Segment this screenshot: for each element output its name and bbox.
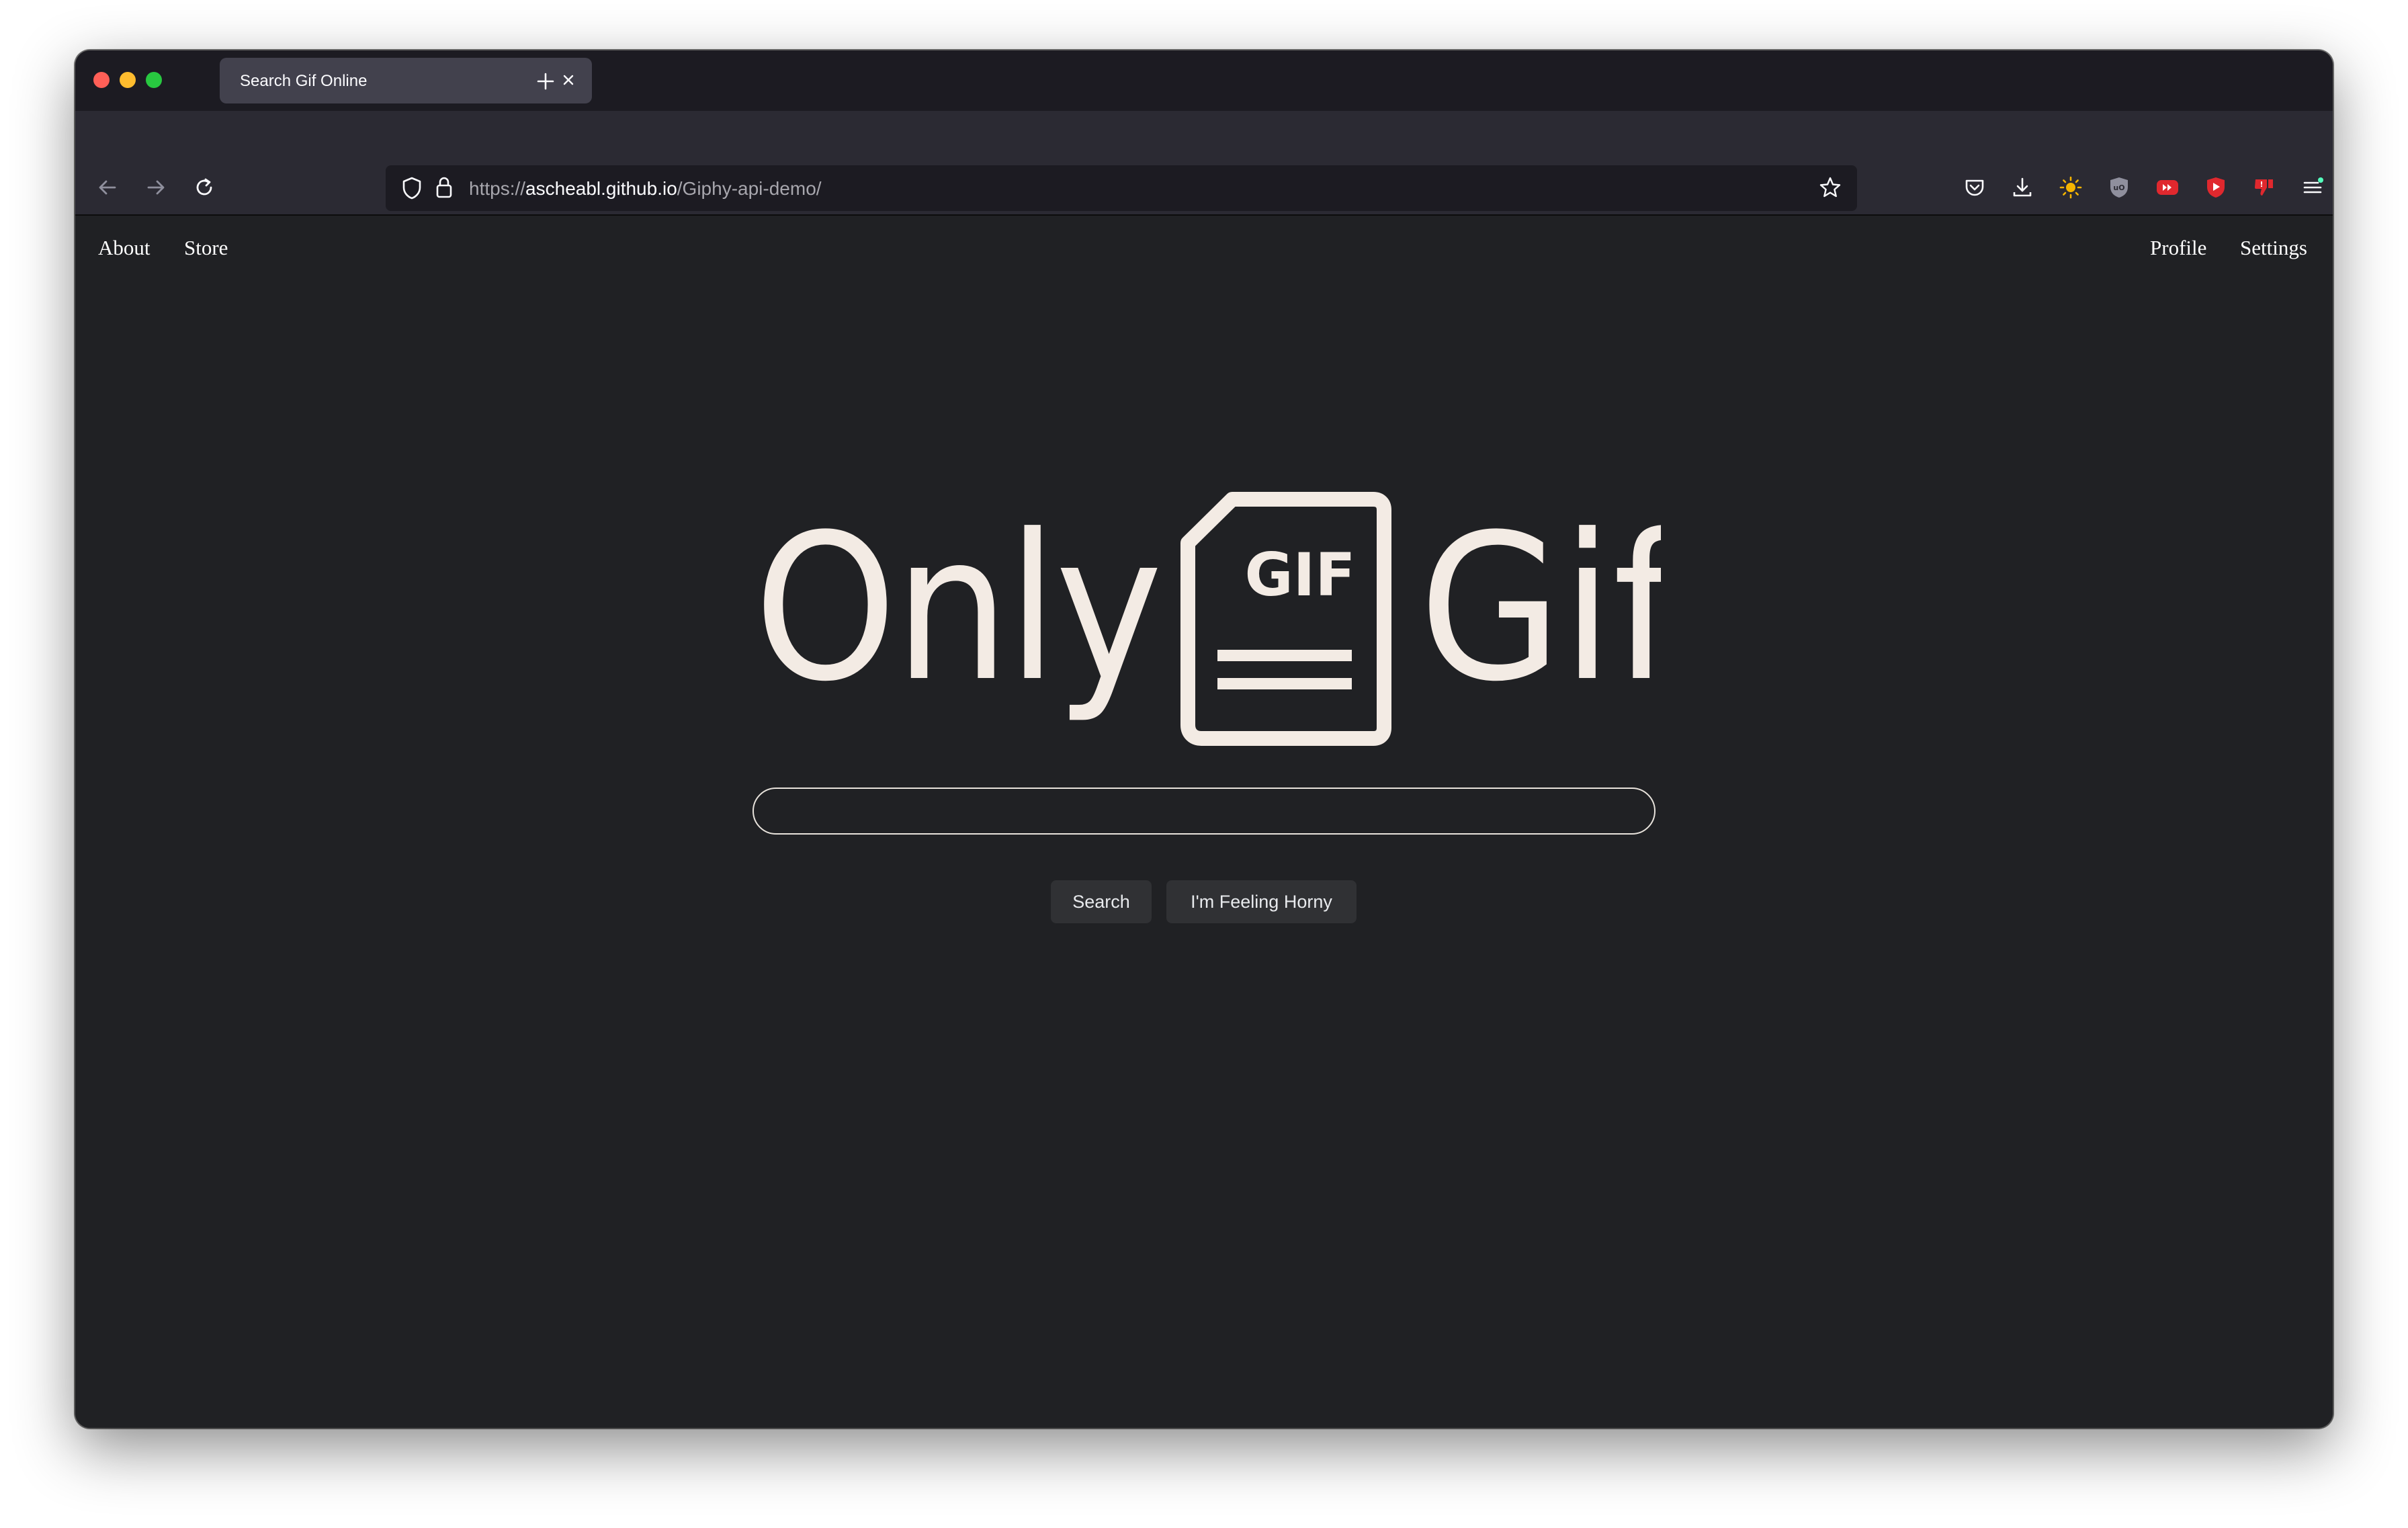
browser-window: Search Gif Online https://ascheabl.githu… — [75, 50, 2333, 1428]
pocket-icon[interactable] — [1961, 174, 1988, 201]
lock-icon[interactable] — [434, 175, 454, 203]
url-path: /Giphy-api-demo/ — [677, 178, 822, 199]
url-text[interactable]: https://ascheabl.github.io/Giphy-api-dem… — [469, 178, 822, 200]
nav-settings-link[interactable]: Settings — [2240, 236, 2307, 260]
url-scheme: https:// — [469, 178, 526, 199]
forward-arrow-icon[interactable] — [137, 169, 175, 206]
youtube-ff-icon[interactable] — [2154, 174, 2181, 201]
navigation-toolbar: https://ascheabl.github.io/Giphy-api-dem… — [75, 111, 2333, 216]
url-host: ascheabl.github.io — [525, 178, 677, 199]
tab-title: Search Gif Online — [240, 72, 368, 90]
back-arrow-icon[interactable] — [89, 169, 126, 206]
svg-text:!: ! — [2260, 180, 2263, 189]
window-maximize-button[interactable] — [146, 72, 162, 88]
onlygif-logo: Only GIF Gif — [754, 491, 1661, 746]
shield-icon[interactable] — [400, 176, 423, 204]
logo-word-gif: Gif — [1419, 491, 1661, 726]
nav-profile-link[interactable]: Profile — [2150, 236, 2206, 260]
reload-icon[interactable] — [185, 169, 223, 206]
feeling-lucky-button[interactable]: I'm Feeling Horny — [1166, 880, 1357, 923]
page-content: About Store Profile Settings Only GIF Gi… — [75, 216, 2333, 1428]
url-bar[interactable]: https://ascheabl.github.io/Giphy-api-dem… — [386, 165, 1857, 211]
window-close-button[interactable] — [93, 72, 110, 88]
svg-text:uO: uO — [2113, 183, 2124, 192]
menu-icon[interactable] — [2299, 174, 2326, 201]
new-tab-plus-icon[interactable] — [531, 67, 560, 96]
tab-strip: Search Gif Online — [75, 50, 2333, 111]
search-input[interactable] — [752, 788, 1656, 835]
gif-document-icon: GIF — [1180, 492, 1391, 746]
youtube-icon[interactable] — [2202, 174, 2229, 201]
star-icon[interactable] — [1818, 175, 1842, 203]
logo-badge-gif: GIF — [1244, 540, 1355, 609]
download-icon[interactable] — [2009, 174, 2036, 201]
nav-about-link[interactable]: About — [98, 236, 150, 260]
nav-store-link[interactable]: Store — [184, 236, 228, 260]
ublock-icon[interactable]: uO — [2106, 174, 2133, 201]
logo-word-only: Only — [754, 491, 1160, 726]
window-minimize-button[interactable] — [120, 72, 136, 88]
sun-icon[interactable] — [2057, 174, 2084, 201]
dislike-icon[interactable]: ! — [2251, 174, 2278, 201]
search-button[interactable]: Search — [1051, 880, 1152, 923]
